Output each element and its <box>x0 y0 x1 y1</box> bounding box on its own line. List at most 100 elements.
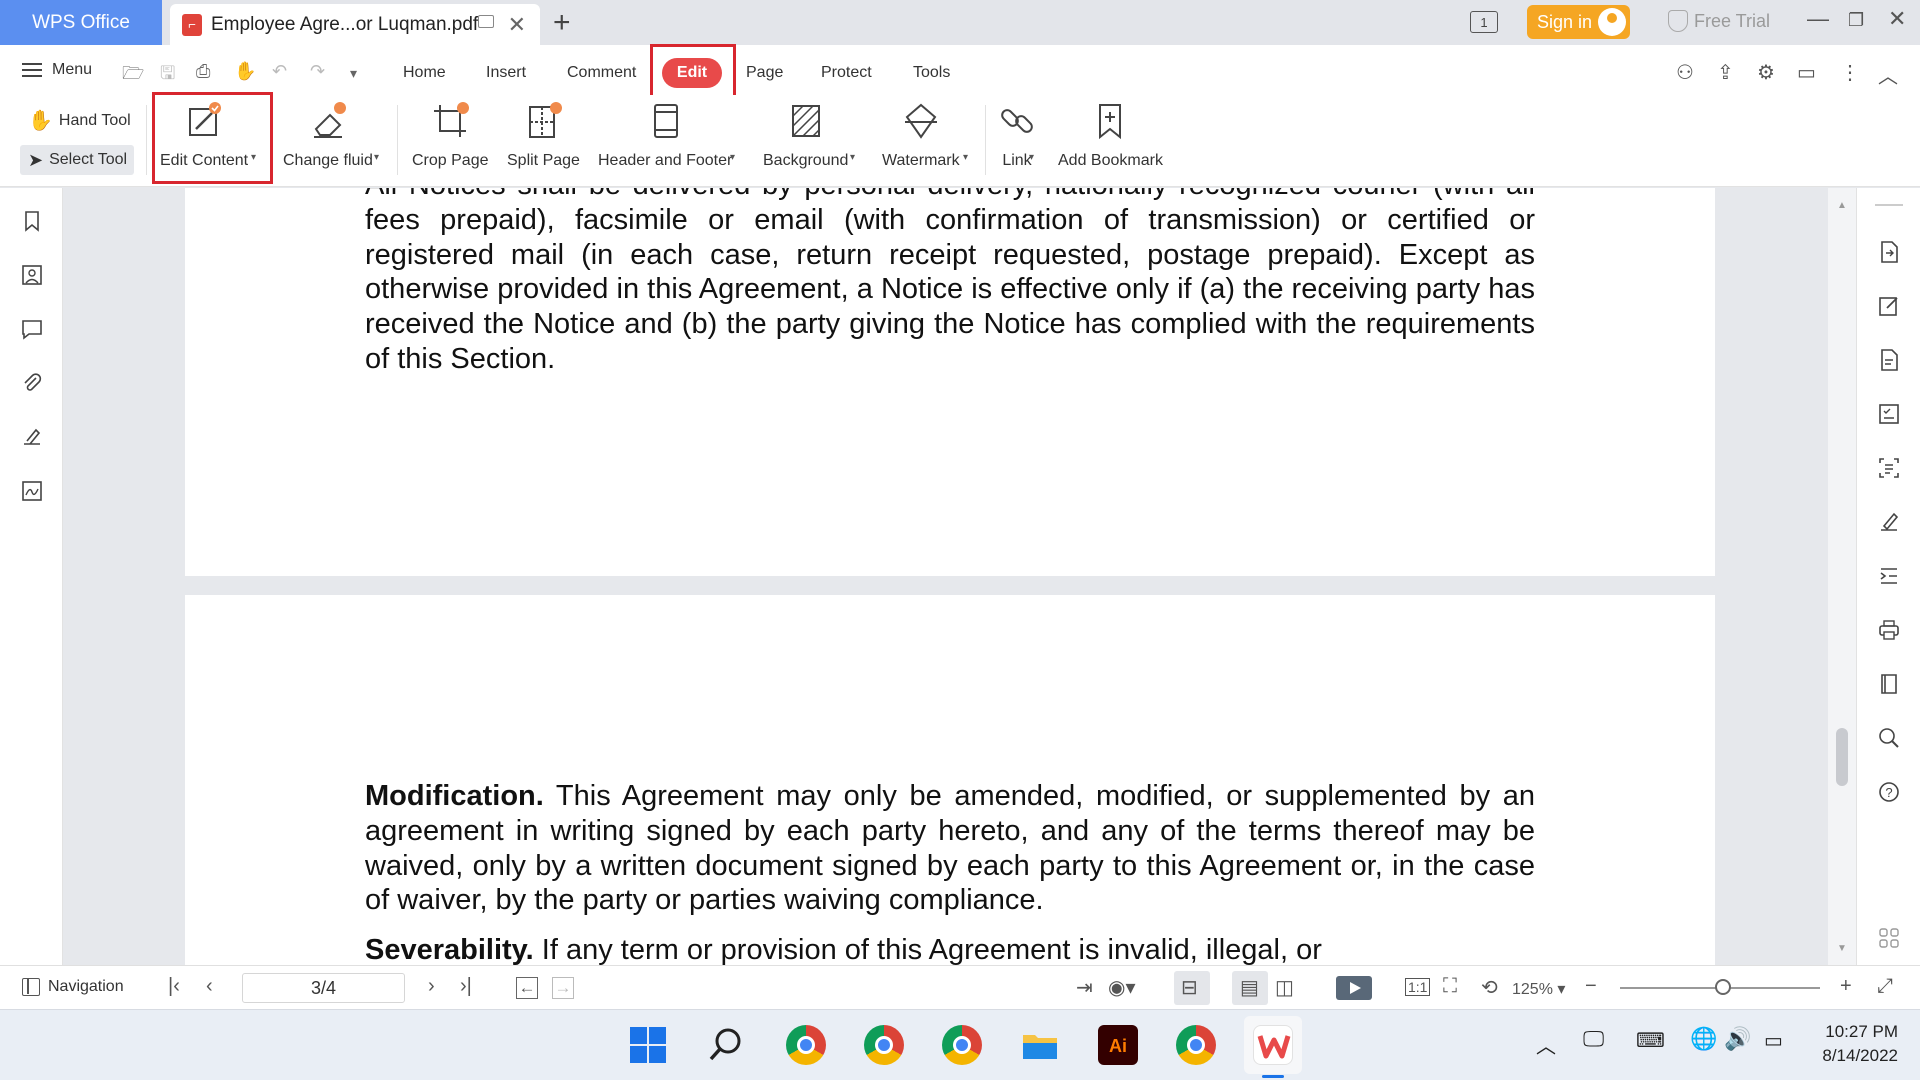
book-reader-icon[interactable] <box>1877 672 1901 696</box>
forward-view-icon[interactable]: → <box>552 977 574 999</box>
undo-icon[interactable]: ↶ <box>272 61 287 82</box>
search-icon[interactable] <box>706 1025 746 1065</box>
find-replace-icon[interactable] <box>1877 726 1901 750</box>
sign-pen-icon[interactable] <box>1877 510 1901 534</box>
watermark-button[interactable]: Watermark <box>882 101 960 170</box>
share-user-icon[interactable]: ⚇ <box>1676 60 1694 85</box>
close-tab-icon[interactable]: ✕ <box>508 12 526 38</box>
change-fluid-button[interactable]: Change fluid <box>283 101 373 170</box>
zoom-in-icon[interactable]: + <box>1840 975 1852 998</box>
navigation-button[interactable]: Navigation <box>22 978 124 996</box>
change-fluid-dropdown-icon[interactable]: ▾ <box>374 152 379 163</box>
background-dropdown-icon[interactable]: ▾ <box>850 152 855 163</box>
document-tab[interactable]: ⌐ Employee Agre...or Luqman.pdf ✕ <box>170 4 540 45</box>
watermark-dropdown-icon[interactable]: ▾ <box>963 152 968 163</box>
chrome-profile-1-icon[interactable] <box>786 1025 826 1065</box>
rotate-icon[interactable]: ⟲ <box>1481 975 1498 1000</box>
signature-panel-icon[interactable] <box>21 426 43 448</box>
show-hidden-icons-icon[interactable]: ︿ <box>1536 1030 1556 1059</box>
background-button[interactable]: Background <box>763 101 848 170</box>
bookmark-panel-icon[interactable] <box>21 210 43 232</box>
split-page-button[interactable]: Split Page <box>507 101 580 170</box>
tab-comment[interactable]: Comment <box>567 64 636 82</box>
thumbnail-panel-icon[interactable] <box>21 264 43 286</box>
tab-edit[interactable]: Edit <box>662 58 722 88</box>
page-number-input[interactable]: 3/4 <box>242 973 405 1003</box>
crop-page-button[interactable]: Crop Page <box>412 101 489 170</box>
customize-dropdown-icon[interactable]: ▾ <box>350 65 357 82</box>
first-page-icon[interactable]: |‹ <box>168 975 180 998</box>
scroll-up-icon[interactable]: ▲ <box>1837 200 1847 211</box>
chrome-profile-4-icon[interactable] <box>1176 1025 1216 1065</box>
clock-time[interactable]: 10:27 PM <box>1816 1022 1898 1042</box>
outline-icon[interactable] <box>1877 564 1901 588</box>
eye-protection-icon[interactable]: ◉▾ <box>1108 975 1136 1000</box>
settings-icon[interactable]: ⚙ <box>1757 60 1775 85</box>
back-view-icon[interactable]: ← <box>516 977 538 999</box>
vertical-scrollbar[interactable]: ▲ ▼ <box>1828 188 1856 965</box>
scroll-down-icon[interactable]: ▼ <box>1837 943 1847 954</box>
tab-protect[interactable]: Protect <box>821 64 872 82</box>
tab-insert[interactable]: Insert <box>486 64 526 82</box>
tab-tools[interactable]: Tools <box>913 64 950 82</box>
pdf-to-word-icon[interactable] <box>1877 240 1901 264</box>
collapse-ribbon-icon[interactable]: ︿ <box>1878 60 1898 89</box>
export-icon[interactable]: ⇪ <box>1717 60 1734 85</box>
open-folder-icon[interactable]: 🗁 <box>122 61 144 91</box>
tab-home[interactable]: Home <box>403 64 446 82</box>
play-slideshow-button[interactable] <box>1336 976 1372 1000</box>
edit-content-button[interactable]: Edit Content <box>160 101 248 170</box>
header-footer-dropdown-icon[interactable]: ▾ <box>730 152 735 163</box>
minimize-icon[interactable]: — <box>1807 6 1829 32</box>
previous-page-icon[interactable]: ‹ <box>206 975 213 998</box>
next-page-icon[interactable]: › <box>428 975 435 998</box>
attachment-panel-icon[interactable] <box>21 372 43 394</box>
export-page-icon[interactable]: ⇥ <box>1076 975 1093 1000</box>
file-explorer-icon[interactable] <box>1020 1025 1060 1065</box>
scroll-thumb[interactable] <box>1836 728 1848 786</box>
two-page-icon[interactable]: ◫ <box>1275 975 1294 1000</box>
new-tab-button[interactable]: + <box>553 6 571 40</box>
chrome-profile-3-icon[interactable] <box>942 1025 982 1065</box>
tab-page[interactable]: Page <box>746 64 783 82</box>
adobe-illustrator-icon[interactable]: Ai <box>1098 1025 1138 1065</box>
last-page-icon[interactable]: ›| <box>460 975 472 998</box>
edit-content-dropdown-icon[interactable]: ▾ <box>251 152 256 163</box>
actual-size-icon[interactable]: 1:1 <box>1405 978 1431 996</box>
convert-document-icon[interactable] <box>1877 348 1901 372</box>
display-icon[interactable]: 🖵 <box>1583 1026 1604 1052</box>
volume-icon[interactable]: 🔊 <box>1724 1026 1751 1052</box>
edit-document-icon[interactable] <box>1877 294 1901 318</box>
more-icon[interactable]: ⋮ <box>1840 60 1860 85</box>
comment-icon[interactable]: ▭ <box>1797 60 1816 85</box>
fit-width-icon[interactable]: ⊟ <box>1181 975 1198 1000</box>
window-count-icon[interactable]: 1 <box>1470 11 1498 33</box>
image-signature-panel-icon[interactable] <box>21 480 43 502</box>
keyboard-icon[interactable]: ⌨ <box>1636 1028 1665 1053</box>
clock-date[interactable]: 8/14/2022 <box>1808 1046 1898 1066</box>
save-icon[interactable]: 🖫 <box>160 61 175 91</box>
zoom-slider-knob[interactable] <box>1715 979 1731 995</box>
zoom-level-dropdown[interactable]: 125% ▾ <box>1512 979 1565 999</box>
comment-panel-icon[interactable] <box>21 318 43 340</box>
ocr-icon[interactable] <box>1877 456 1901 480</box>
free-trial-button[interactable]: Free Trial <box>1668 10 1770 32</box>
hand-tool-button[interactable]: ✋ Hand Tool <box>28 108 131 133</box>
zoom-out-icon[interactable]: − <box>1585 975 1597 998</box>
chrome-profile-2-icon[interactable] <box>864 1025 904 1065</box>
network-globe-icon[interactable]: 🌐 <box>1690 1026 1717 1052</box>
sign-in-button[interactable]: Sign in <box>1527 5 1630 39</box>
fullscreen-icon[interactable]: ⤢ <box>1877 975 1893 998</box>
wps-office-tab[interactable]: WPS Office <box>0 0 162 45</box>
form-fill-icon[interactable] <box>1877 402 1901 426</box>
windows-start-icon[interactable] <box>628 1025 668 1065</box>
apps-grid-icon[interactable] <box>1877 926 1901 950</box>
help-icon[interactable]: ? <box>1877 780 1901 804</box>
single-page-icon[interactable]: ▤ <box>1240 975 1259 1000</box>
select-tool-button[interactable]: ➤ Select Tool <box>20 145 134 175</box>
print-icon[interactable]: ⎙ <box>196 61 210 82</box>
link-dropdown-icon[interactable]: ▾ <box>1029 152 1034 163</box>
add-bookmark-button[interactable]: Add Bookmark <box>1058 101 1163 170</box>
redo-icon[interactable]: ↷ <box>310 61 325 82</box>
restore-icon[interactable]: ❐ <box>1848 10 1864 31</box>
